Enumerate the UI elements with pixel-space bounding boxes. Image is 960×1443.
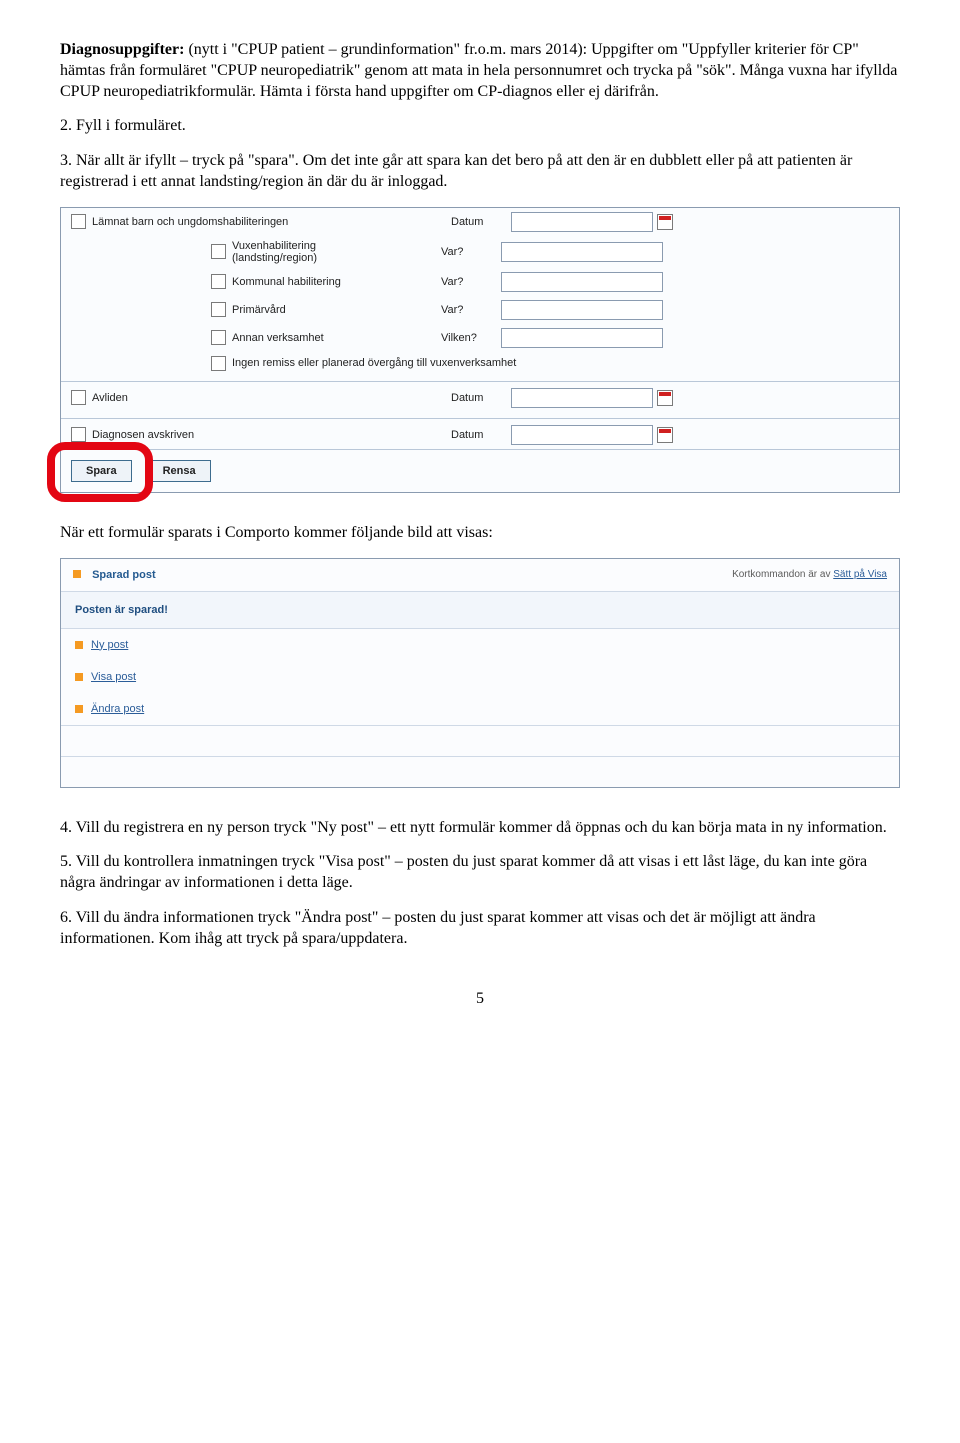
link-andra-post[interactable]: Ändra post bbox=[91, 703, 144, 715]
label-annan: Annan verksamhet bbox=[232, 332, 324, 344]
saved-post-screenshot: Sparad post Kortkommandon är av Sätt på … bbox=[60, 558, 900, 788]
checkbox-diagnosen[interactable] bbox=[71, 427, 86, 442]
label-primarvard: Primärvård bbox=[232, 304, 286, 316]
label-lamnat: Lämnat barn och ungdomshabiliteringen bbox=[92, 216, 288, 228]
label-datum-2: Datum bbox=[451, 392, 511, 404]
bullet-icon bbox=[75, 705, 83, 713]
checkbox-lamnat[interactable] bbox=[71, 214, 86, 229]
label-avliden: Avliden bbox=[92, 392, 128, 404]
label-diagnosen: Diagnosen avskriven bbox=[92, 429, 194, 441]
saved-post-title: Sparad post bbox=[92, 569, 156, 581]
input-var-2[interactable] bbox=[501, 272, 663, 292]
paragraph-6: 6. Vill du ändra informationen tryck "Än… bbox=[60, 908, 900, 950]
checkbox-vuxenhab[interactable] bbox=[211, 244, 226, 259]
paragraph-between: När ett formulär sparats i Comporto komm… bbox=[60, 523, 900, 544]
input-datum-3[interactable] bbox=[511, 425, 653, 445]
label-var-2: Var? bbox=[441, 276, 501, 288]
page-number: 5 bbox=[60, 990, 900, 1008]
spara-button[interactable]: Spara bbox=[71, 460, 132, 482]
label-var-3: Var? bbox=[441, 304, 501, 316]
calendar-icon[interactable] bbox=[657, 214, 673, 230]
bullet-icon bbox=[75, 641, 83, 649]
paragraph-2: 2. Fyll i formuläret. bbox=[60, 116, 900, 137]
kort-link[interactable]: Sätt på Visa bbox=[833, 569, 887, 580]
paragraph-1: Diagnosuppgifter: (nytt i "CPUP patient … bbox=[60, 40, 900, 102]
rensa-button[interactable]: Rensa bbox=[148, 460, 211, 482]
checkbox-annan[interactable] bbox=[211, 330, 226, 345]
spacer bbox=[61, 756, 899, 787]
label-ingen: Ingen remiss eller planerad övergång til… bbox=[232, 357, 516, 369]
label-datum-3: Datum bbox=[451, 429, 511, 441]
link-visa-post[interactable]: Visa post bbox=[91, 671, 136, 683]
p1-title: Diagnosuppgifter: bbox=[60, 41, 184, 58]
checkbox-avliden[interactable] bbox=[71, 390, 86, 405]
label-vuxenhab: Vuxenhabilitering (landsting/region) bbox=[232, 240, 317, 264]
p1-body: (nytt i "CPUP patient – grundinformation… bbox=[60, 41, 897, 100]
checkbox-ingen[interactable] bbox=[211, 356, 226, 371]
spacer bbox=[61, 725, 899, 756]
paragraph-4: 4. Vill du registrera en ny person tryck… bbox=[60, 818, 900, 839]
paragraph-3: 3. När allt är ifyllt – tryck på "spara"… bbox=[60, 151, 900, 193]
label-datum-1: Datum bbox=[451, 216, 511, 228]
input-vilken[interactable] bbox=[501, 328, 663, 348]
input-var-3[interactable] bbox=[501, 300, 663, 320]
label-var-1: Var? bbox=[441, 246, 501, 258]
checkbox-primarvard[interactable] bbox=[211, 302, 226, 317]
saved-banner: Posten är sparad! bbox=[61, 592, 899, 629]
input-datum-1[interactable] bbox=[511, 212, 653, 232]
bullet-icon bbox=[73, 570, 81, 578]
label-kommunal: Kommunal habilitering bbox=[232, 276, 341, 288]
link-ny-post[interactable]: Ny post bbox=[91, 639, 128, 651]
input-var-1[interactable] bbox=[501, 242, 663, 262]
bullet-icon bbox=[75, 673, 83, 681]
saved-post-title-wrap: Sparad post bbox=[73, 569, 156, 581]
input-datum-2[interactable] bbox=[511, 388, 653, 408]
checkbox-kommunal[interactable] bbox=[211, 274, 226, 289]
paragraph-5: 5. Vill du kontrollera inmatningen tryck… bbox=[60, 852, 900, 894]
kort-text: Kortkommandon är av Sätt på Visa bbox=[732, 569, 887, 580]
form-screenshot: Lämnat barn och ungdomshabiliteringen Da… bbox=[60, 207, 900, 493]
label-vilken: Vilken? bbox=[441, 332, 501, 344]
calendar-icon[interactable] bbox=[657, 427, 673, 443]
calendar-icon[interactable] bbox=[657, 390, 673, 406]
